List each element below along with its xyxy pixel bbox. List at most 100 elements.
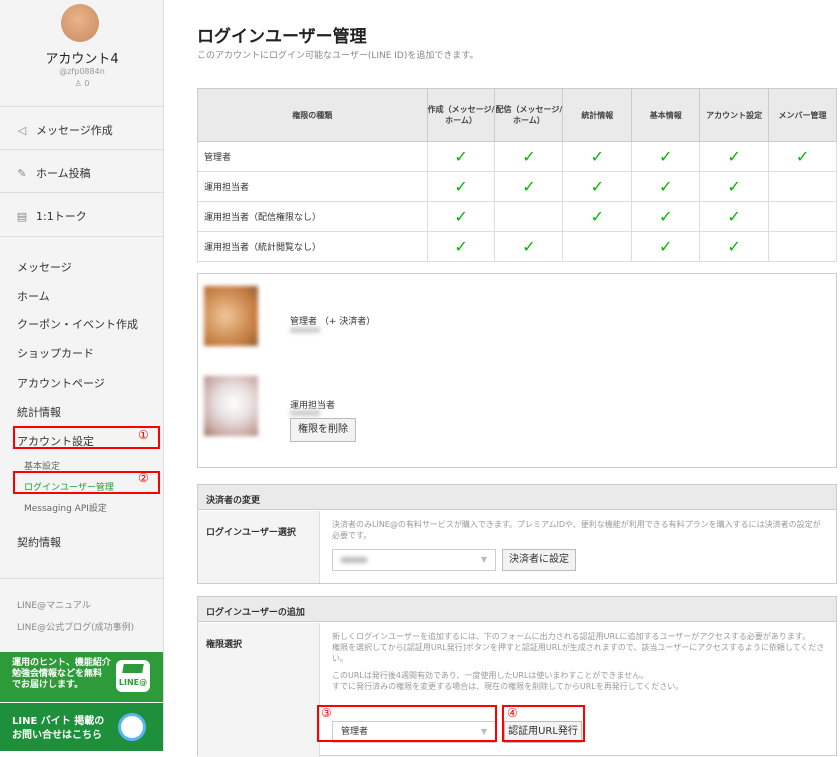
check-icon: ✓ [727, 147, 741, 166]
role-cell: 運用担当者（配信権限なし） [197, 201, 428, 232]
check-icon: ✓ [454, 147, 468, 166]
nav-coupon-event[interactable]: クーポン・イベント作成 [17, 316, 138, 332]
nav-account-page[interactable]: アカウントページ [17, 375, 105, 391]
permission-cell [562, 231, 633, 262]
field-label: ログインユーザー選択 [198, 511, 320, 583]
action-label: ホーム投稿 [36, 167, 91, 180]
account-name: アカウント4 [45, 52, 119, 67]
role-cell: 運用担当者 [197, 171, 428, 202]
selected-user-blurred [341, 556, 367, 563]
table-row: 運用担当者（統計閲覧なし） ✓ ✓ ✓ ✓ [197, 231, 837, 262]
check-icon: ✓ [659, 207, 673, 226]
add-user-note: 新しくログインユーザーを追加するには、下のフォームに出力される認証用URLに追加… [332, 631, 827, 692]
divider [0, 106, 163, 107]
check-icon: ✓ [454, 177, 468, 196]
section-heading: ログインユーザーの追加 [198, 597, 836, 622]
edit-icon: ✎ [17, 166, 27, 180]
nav-message[interactable]: メッセージ [17, 259, 72, 275]
column-header: アカウント設定 [699, 88, 770, 142]
action-one-on-one-talk[interactable]: ▤ 1:1トーク [16, 208, 87, 224]
note-line: すでに発行済みの権限を変更する場合は、現在の権限を削除してからURLを再発行して… [332, 682, 684, 691]
annotation-1: ① [138, 428, 149, 442]
link-manual[interactable]: LINE@マニュアル [17, 598, 91, 611]
permission-cell [768, 231, 837, 262]
permission-cell: ✓ [699, 141, 770, 172]
nav-statistics[interactable]: 統計情報 [17, 404, 61, 420]
role-cell: 管理者 [197, 141, 428, 172]
note-line: 権限を選択してから[認証用URL発行]ボタンを押すと認証用URLが生成されますの… [332, 643, 825, 663]
check-icon: ✓ [659, 147, 673, 166]
user-photo [204, 376, 258, 436]
nav-shop-card[interactable]: ショップカード [17, 345, 94, 361]
action-label: 1:1トーク [36, 210, 87, 223]
permission-cell: ✓ [562, 171, 633, 202]
check-icon: ✓ [454, 207, 468, 226]
column-header: メンバー管理 [768, 88, 837, 142]
table-row: 管理者 ✓ ✓ ✓ ✓ ✓ ✓ [197, 141, 837, 172]
newsletter-banner[interactable]: 運用のヒント、機能紹介 勉強会情報などを無料 でお届けします。 LINE@ [0, 652, 163, 702]
column-header: 権限の種類 [197, 88, 428, 142]
note-line: このURLは発行後4週間有効であり、一度使用したURLは使いまわすことができませ… [332, 671, 649, 680]
permission-cell [494, 201, 564, 232]
page-subtitle: このアカウントにログイン可能なユーザー(LINE ID)を追加できます。 [197, 51, 479, 61]
login-user-select[interactable]: ▼ [332, 549, 496, 571]
permission-cell: ✓ [426, 171, 496, 202]
check-icon: ✓ [522, 237, 536, 256]
link-official-blog[interactable]: LINE@公式ブログ(成功事例) [17, 620, 134, 633]
follower-count: ♙ 0 [0, 79, 163, 88]
role-cell: 運用担当者（統計閲覧なし） [197, 231, 428, 262]
user-photo [204, 286, 258, 346]
action-create-message[interactable]: ◁ メッセージ作成 [16, 122, 113, 138]
table-row: 運用担当者 ✓ ✓ ✓ ✓ ✓ [197, 171, 837, 202]
set-payer-button[interactable]: 決済者に設定 [502, 549, 576, 571]
permission-cell: ✓ [426, 141, 496, 172]
remove-permission-button[interactable]: 権限を削除 [290, 418, 356, 442]
user-name-blurred [290, 327, 320, 333]
permission-cell: ✓ [426, 201, 496, 232]
graduation-cap-icon: LINE@ [116, 660, 150, 692]
permission-cell: ✓ [699, 201, 770, 232]
payer-change-section: 決済者の変更 ログインユーザー選択 決済者のみLINE@の有料サービスが購入でき… [197, 484, 837, 584]
check-icon: ✓ [522, 147, 536, 166]
table-row: 運用担当者（配信権限なし） ✓ ✓ ✓ ✓ [197, 201, 837, 232]
line-badge: LINE@ [118, 678, 148, 687]
action-home-post[interactable]: ✎ ホーム投稿 [16, 165, 91, 181]
permission-cell: ✓ [494, 231, 564, 262]
nav-messaging-api-settings[interactable]: Messaging API設定 [24, 501, 107, 514]
page-title: ログインユーザー管理 [197, 27, 367, 47]
divider [0, 192, 163, 193]
action-label: メッセージ作成 [36, 124, 113, 137]
permission-cell [768, 201, 837, 232]
permission-cell [768, 171, 837, 202]
permission-cell: ✓ [631, 141, 701, 172]
nav-contract-info[interactable]: 契約情報 [17, 534, 61, 550]
check-icon: ✓ [454, 237, 468, 256]
mascot-icon [118, 713, 146, 741]
column-header: 統計情報 [562, 88, 633, 142]
user-name-blurred [290, 410, 320, 416]
account-id: @zfp0884n [59, 67, 105, 76]
table-header-row: 権限の種類 作成（メッセージ/ホーム） 配信（メッセージ/ホーム） 統計情報 基… [197, 88, 837, 142]
note-line: 新しくログインユーザーを追加するには、下のフォームに出力される認証用URLに追加… [332, 632, 811, 641]
follower-count-value: 0 [84, 79, 90, 88]
login-users-list: 管理者 （+ 決済者） 運用担当者 権限を削除 [197, 273, 837, 468]
line-baito-banner[interactable]: LINE バイト 掲載の お問い合せはこちら [0, 703, 163, 751]
person-icon: ♙ [74, 79, 85, 88]
avatar[interactable] [61, 4, 99, 42]
divider [0, 149, 163, 150]
check-icon: ✓ [795, 147, 810, 166]
permission-cell: ✓ [631, 231, 701, 262]
permission-cell: ✓ [562, 201, 633, 232]
permission-cell: ✓ [631, 201, 701, 232]
check-icon: ✓ [727, 207, 741, 226]
check-icon: ✓ [727, 237, 741, 256]
nav-home[interactable]: ホーム [17, 288, 50, 304]
check-icon: ✓ [727, 177, 741, 196]
check-icon: ✓ [590, 207, 605, 226]
annotation-4: ④ [507, 706, 518, 720]
divider [0, 578, 163, 579]
permission-cell: ✓ [562, 141, 633, 172]
permission-cell: ✓ [631, 171, 701, 202]
permission-cell: ✓ [699, 231, 770, 262]
field-label: 権限選択 [198, 623, 320, 757]
